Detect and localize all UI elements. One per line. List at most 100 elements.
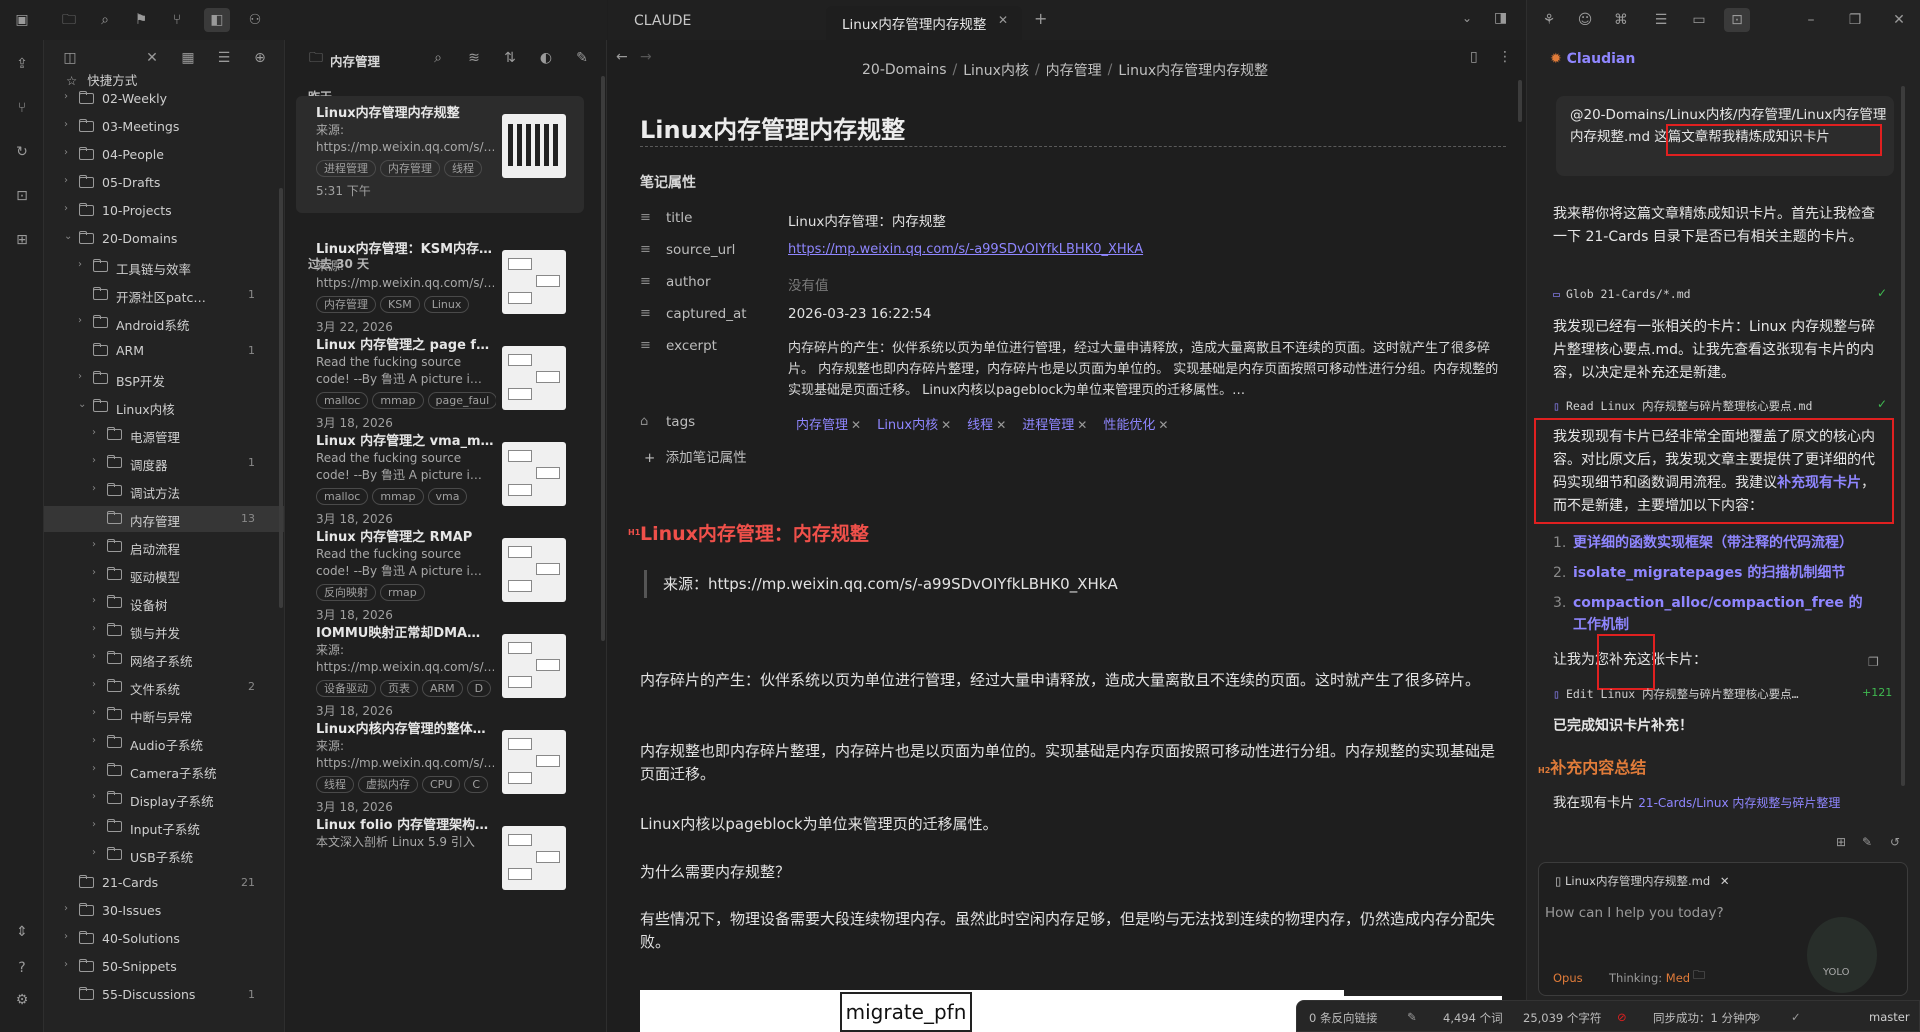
tag-chip[interactable]: D (466, 680, 492, 697)
tag-chip[interactable]: rmap (380, 584, 425, 601)
sort-icon[interactable]: ⇅ (500, 48, 520, 68)
tree-folder-item[interactable]: › 设备树 (44, 590, 284, 616)
prop-value[interactable]: https://mp.weixin.qq.com/s/-a99SDvOIYfkL… (788, 242, 1143, 257)
tree-folder-item[interactable]: › 03-Meetings (44, 114, 284, 140)
prop-author[interactable]: ≡ author 没有值 (640, 270, 1506, 296)
note-card[interactable]: Linux内存管理内存规整 来源: https://mp.weixin.qq.co… (296, 96, 584, 213)
sidebar-toggle-icon[interactable]: ▣ (11, 10, 33, 30)
chevron-right-icon[interactable]: › (92, 763, 104, 774)
folder-icon[interactable]: 🗀 (1693, 969, 1705, 981)
chevron-updown-icon[interactable]: ⇕ (12, 922, 32, 942)
tab-linux-memory-compaction[interactable]: Linux内存管理内存规整 ✕ (826, 6, 1022, 40)
tree-folder-item[interactable]: › 40-Solutions (44, 926, 284, 952)
more-options-icon[interactable]: ⋮ (1498, 50, 1512, 64)
maximize-icon[interactable]: ❐ (1844, 10, 1866, 30)
remove-tag-icon[interactable]: ✕ (851, 418, 861, 432)
new-tab-icon[interactable]: + (1034, 11, 1047, 27)
chat-icon[interactable]: ▭ (1688, 10, 1710, 30)
chevron-right-icon[interactable]: › (92, 651, 104, 662)
tag-chip[interactable]: vma (427, 488, 468, 505)
tag-pill[interactable]: 进程管理 ✕ (1022, 414, 1087, 433)
chevron-right-icon[interactable]: › (92, 483, 104, 494)
publish-icon[interactable]: ⇪ (12, 54, 32, 74)
close-icon[interactable]: ✕ (142, 48, 162, 68)
tag-chip[interactable]: 进程管理 (316, 160, 376, 177)
chevron-down-icon[interactable]: ⌄ (64, 231, 76, 242)
breadcrumb-item[interactable]: 20-Domains (862, 62, 947, 78)
remove-tag-icon[interactable]: ✕ (941, 418, 951, 432)
chevron-right-icon[interactable]: › (92, 595, 104, 606)
prop-captured-at[interactable]: ≡ captured_at 2026-03-23 16:22:54 (640, 302, 1506, 328)
chevron-right-icon[interactable]: › (92, 427, 104, 438)
section-heading[interactable]: H1 Linux内存管理：内存规整 (628, 519, 869, 546)
tree-folder-item[interactable]: › 电源管理 (44, 422, 284, 448)
tag-chip[interactable]: 虚拟内存 (358, 776, 418, 793)
model-selector[interactable]: Opus (1553, 971, 1583, 985)
tool-call-edit[interactable]: ▯ Edit Linux 内存规整与碎片整理核心要点… (1553, 686, 1799, 702)
prop-value[interactable]: Linux内存管理：内存规整 (788, 210, 946, 230)
toggle-right-sidebar-icon[interactable]: ◨ (1494, 11, 1507, 25)
tree-folder-item[interactable]: › USB子系统 (44, 842, 284, 868)
thinking-selector[interactable]: Thinking: Med (1609, 971, 1690, 985)
tag-chip[interactable]: 线程 (316, 776, 354, 793)
back-arrow-icon[interactable]: ← (616, 50, 628, 64)
paragraph[interactable]: 为什么需要内存规整？ (640, 861, 1506, 884)
tag-icon[interactable]: ⌘ (1610, 10, 1632, 30)
tag-chip[interactable]: 内存管理 (316, 296, 376, 313)
tag-pill[interactable]: 线程 ✕ (967, 414, 1006, 433)
chevron-right-icon[interactable]: › (92, 567, 104, 578)
tag-chip[interactable]: 线程 (444, 160, 482, 177)
chevron-right-icon[interactable]: › (64, 147, 76, 158)
tree-folder-item[interactable]: › Camera子系统 (44, 758, 284, 784)
new-note-icon[interactable]: ✎ (572, 48, 592, 68)
chevron-right-icon[interactable]: › (92, 791, 104, 802)
tag-chip[interactable]: C (464, 776, 489, 793)
chevron-down-icon[interactable]: ⌄ (78, 399, 90, 410)
prop-source-url[interactable]: ≡ source_url https://mp.weixin.qq.com/s/-a… (640, 238, 1506, 264)
assistant-message[interactable]: 已完成知识卡片补充！ (1553, 715, 1883, 738)
tree-folder-item[interactable]: › Android系统 (44, 310, 284, 336)
help-icon[interactable]: ? (12, 958, 32, 978)
tag-pill[interactable]: 性能优化 ✕ (1103, 414, 1168, 433)
minimize-icon[interactable]: – (1800, 10, 1822, 30)
robot-icon[interactable]: ⊡ (12, 186, 32, 206)
prop-excerpt[interactable]: ≡ excerpt 内存碎片的产生：伙伴系统以页为单位进行管理，经过大量申请释放，造… (640, 334, 1506, 398)
chevron-right-icon[interactable]: › (92, 735, 104, 746)
list-item[interactable]: 3. compaction_alloc/compaction_free 的工作机制 (1553, 592, 1883, 636)
paragraph[interactable]: 内存规整也即内存碎片整理，内存碎片也是以页面为单位的。实现基础是内存页面按照可移… (640, 740, 1506, 786)
tag-chip[interactable]: malloc (316, 488, 369, 505)
paragraph[interactable]: 内存碎片的产生：伙伴系统以页为单位进行管理，经过大量申请释放，造成大量离散且不连… (640, 669, 1506, 692)
folder-icon[interactable]: 🗀 (58, 10, 80, 30)
new-chat-icon[interactable]: ⊞ (1836, 836, 1846, 848)
assistant-message[interactable]: 我发现已经有一张相关的卡片：Linux 内存规整与碎片整理核心要点.md。让我先… (1553, 316, 1883, 385)
tree-folder-item[interactable]: › BSP开发 (44, 366, 284, 392)
chevron-right-icon[interactable]: › (64, 203, 76, 214)
remove-tag-icon[interactable]: ✕ (1158, 418, 1168, 432)
tree-folder-item[interactable]: › 启动流程 (44, 534, 284, 560)
claudian-icon[interactable]: ⊡ (1724, 8, 1750, 32)
tree-folder-item[interactable]: › 工具链与效率 (44, 254, 284, 280)
close-tab-icon[interactable]: ✕ (998, 14, 1008, 26)
chat-input-box[interactable]: ▯ Linux内存管理内存规整.md ✕ How can I help you … (1538, 862, 1908, 996)
tool-call-read[interactable]: ▯ Read Linux 内存规整与碎片整理核心要点.md (1553, 398, 1812, 414)
assistant-message[interactable]: 我在现有卡片 21-Cards/Linux 内存规整与碎片整理 (1553, 792, 1889, 815)
prop-value[interactable]: 2026-03-23 16:22:54 (788, 306, 931, 322)
chevron-right-icon[interactable]: › (64, 119, 76, 130)
tag-chip[interactable]: 页表 (380, 680, 418, 697)
breadcrumb-item[interactable]: Linux内核 (963, 60, 1029, 80)
list-icon[interactable]: ☰ (1650, 10, 1672, 30)
tag-chip[interactable]: KSM (380, 296, 420, 313)
brain-icon[interactable]: ⚘ (1538, 10, 1560, 30)
editor-scrollbar[interactable] (1518, 80, 1522, 122)
calendar-icon[interactable]: ▦ (178, 48, 198, 68)
note-title[interactable]: Linux内存管理内存规整 (640, 110, 905, 145)
chevron-right-icon[interactable]: › (64, 903, 76, 914)
breadcrumb-item[interactable]: Linux内存管理内存规整 (1118, 60, 1268, 80)
close-window-icon[interactable]: ✕ (1888, 10, 1910, 30)
tag-chip[interactable]: 反向映射 (316, 584, 376, 601)
settings-icon[interactable]: ⚙ (12, 990, 32, 1010)
assistant-message[interactable]: 我来帮你将这篇文章精炼成知识卡片。首先让我检查一下 21-Cards 目录下是否… (1553, 203, 1883, 249)
collapse-panel-icon[interactable]: ◫ (60, 48, 80, 68)
bookmark-icon[interactable]: ⚑ (130, 10, 152, 30)
robot-icon[interactable]: ☺ (1574, 10, 1596, 30)
